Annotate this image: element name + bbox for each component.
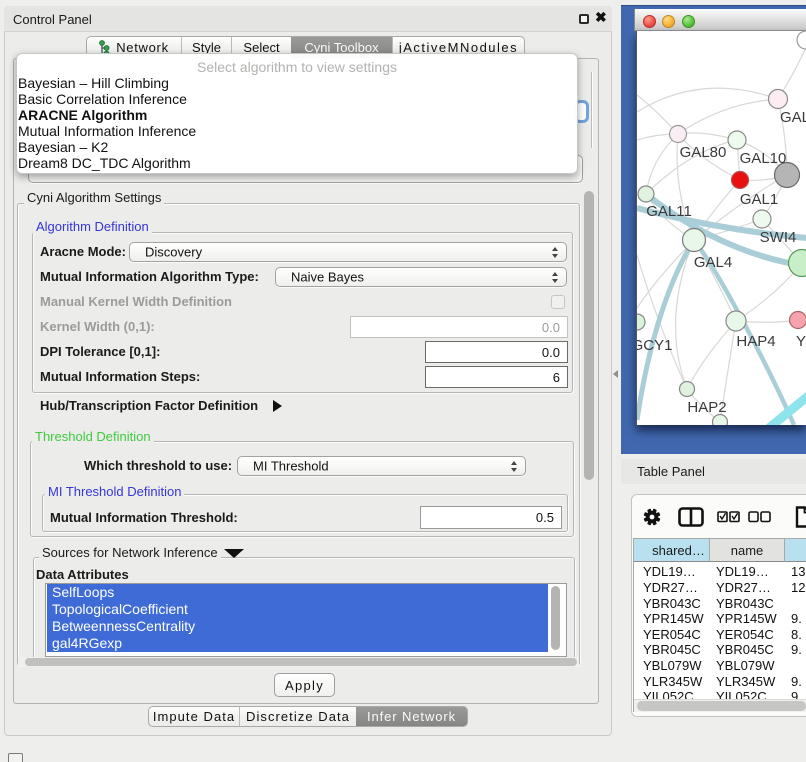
svg-text:GAL11: GAL11	[646, 203, 692, 220]
svg-text:Y: Y	[796, 333, 806, 350]
svg-text:HAP4: HAP4	[736, 333, 775, 350]
svg-text:GAL7: GAL7	[780, 109, 806, 126]
svg-text:GAL1: GAL1	[740, 191, 778, 208]
svg-text:GAL80: GAL80	[680, 144, 727, 161]
svg-text:GAL10: GAL10	[740, 150, 787, 167]
svg-text:SWI4: SWI4	[760, 229, 797, 246]
svg-text:GAL4: GAL4	[694, 254, 732, 271]
svg-text:GCY1: GCY1	[637, 337, 672, 354]
svg-text:HAP2: HAP2	[687, 399, 726, 416]
